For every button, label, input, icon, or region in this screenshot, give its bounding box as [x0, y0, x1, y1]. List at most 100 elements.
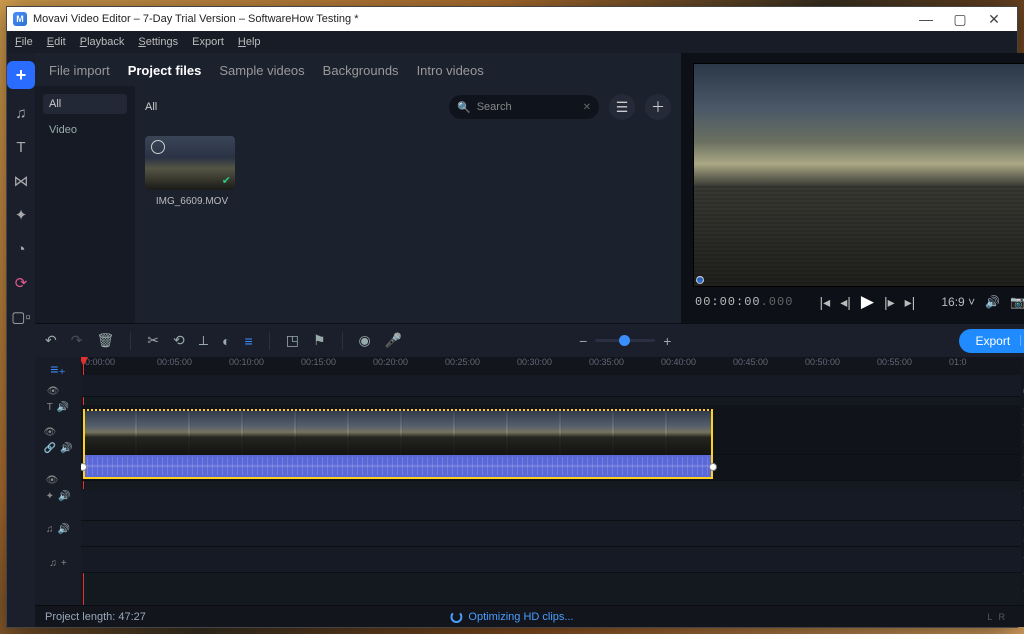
color-icon[interactable]: ◐: [222, 333, 230, 349]
timeline-zoom[interactable]: − +: [579, 333, 671, 349]
sort-button[interactable]: ☰: [609, 94, 635, 120]
marker-icon[interactable]: ⚑: [313, 332, 326, 349]
clip-preview-icon: [145, 136, 235, 190]
menu-export[interactable]: Export: [192, 36, 224, 48]
clip-properties-icon[interactable]: ≡: [245, 333, 253, 349]
export-button[interactable]: Export˅: [959, 329, 1024, 353]
audio2-icon[interactable]: ♫: [49, 558, 57, 572]
preview-timecode: 00:00:00.000: [695, 295, 793, 309]
stopwatch-icon[interactable]: ◔: [16, 239, 25, 259]
track2-mute-icon[interactable]: 🔊: [58, 491, 70, 505]
audio-icon[interactable]: ♫: [15, 103, 26, 123]
menu-edit[interactable]: Edit: [47, 36, 66, 48]
undo-icon[interactable]: ↶: [45, 332, 57, 349]
window-controls: — ▢ ✕: [909, 7, 1011, 31]
maximize-button[interactable]: ▢: [943, 7, 977, 31]
optimizing-status: Optimizing HD clips...: [450, 611, 573, 623]
minimize-button[interactable]: —: [909, 7, 943, 31]
split-icon[interactable]: ✂: [147, 332, 159, 349]
transitions-icon[interactable]: ⋈: [14, 171, 29, 191]
ruler-tick: 00:20:00: [373, 357, 445, 375]
track2-fx-icon[interactable]: ✦: [46, 491, 54, 505]
export-dropdown-icon[interactable]: ˅: [1020, 335, 1024, 346]
preview-handle-icon[interactable]: [696, 276, 704, 284]
video-track-mute-icon[interactable]: 🔊: [60, 443, 72, 457]
thumbnail-grid: IMG_6609.MOV: [135, 128, 681, 215]
menu-file[interactable]: File: [15, 36, 33, 48]
zoom-slider[interactable]: [595, 339, 655, 342]
add-media-button[interactable]: +: [7, 61, 35, 89]
titles-icon[interactable]: T: [16, 137, 25, 157]
add-files-button[interactable]: ＋: [645, 94, 671, 120]
timeline-body[interactable]: 0:00:0000:05:0000:10:0000:15:0000:20:000…: [81, 357, 1021, 605]
folder-all[interactable]: All: [43, 94, 127, 114]
media-browser: File import Project files Sample videos …: [35, 53, 681, 323]
track-visibility-icon[interactable]: 👁: [47, 386, 60, 400]
step-back-icon[interactable]: ◂|: [840, 294, 851, 311]
title-track[interactable]: [81, 375, 1021, 397]
titlebar[interactable]: M Movavi Video Editor – 7-Day Trial Vers…: [7, 7, 1017, 31]
more-tools-icon[interactable]: ⟳: [15, 273, 28, 293]
add-track-icon[interactable]: ≡₊: [50, 361, 66, 378]
overlay-track[interactable]: [81, 489, 1021, 521]
ruler-tick: 00:05:00: [157, 357, 229, 375]
ruler-tick: 00:40:00: [661, 357, 733, 375]
search-clear-icon[interactable]: ✕: [583, 102, 591, 113]
record-audio-icon[interactable]: 🎤: [385, 332, 402, 349]
tab-intro-videos[interactable]: Intro videos: [417, 63, 484, 78]
play-button[interactable]: ▶: [861, 292, 874, 312]
menu-settings[interactable]: Settings: [138, 36, 178, 48]
search-input[interactable]: 🔍 Search ✕: [449, 95, 599, 119]
timeline-ruler[interactable]: 0:00:0000:05:0000:10:0000:15:0000:20:000…: [81, 357, 1021, 375]
snapshot-icon[interactable]: 📷: [1010, 295, 1024, 309]
video-track[interactable]: [81, 405, 1021, 455]
record-video-icon[interactable]: ◉: [359, 332, 371, 349]
video-clip[interactable]: [83, 409, 713, 457]
menu-help[interactable]: Help: [238, 36, 261, 48]
search-icon: 🔍: [457, 101, 471, 114]
tab-backgrounds[interactable]: Backgrounds: [323, 63, 399, 78]
audio1-icon[interactable]: ♫: [46, 524, 54, 538]
rotate-icon[interactable]: ⟲: [173, 332, 185, 349]
linked-audio-track[interactable]: [81, 455, 1021, 481]
track-lock-icon[interactable]: T: [47, 402, 53, 416]
folder-video[interactable]: Video: [43, 120, 127, 140]
tab-sample-videos[interactable]: Sample videos: [219, 63, 304, 78]
effects-icon[interactable]: ✦: [15, 205, 28, 225]
clip-thumbnail[interactable]: IMG_6609.MOV: [145, 136, 239, 207]
audio2-add-icon[interactable]: +: [61, 558, 67, 572]
overlay-icon[interactable]: ◳: [286, 332, 299, 349]
zoom-in-icon[interactable]: +: [663, 333, 671, 349]
menu-playback[interactable]: Playback: [80, 36, 125, 48]
track2-vis-icon[interactable]: 👁: [46, 475, 59, 489]
zoom-out-icon[interactable]: −: [579, 333, 587, 349]
center-area: File import Project files Sample videos …: [35, 53, 1024, 627]
track-mute-icon[interactable]: 🔊: [57, 402, 69, 416]
clip-handle-right[interactable]: [709, 463, 717, 471]
files-filter-all[interactable]: All: [145, 101, 157, 113]
aspect-ratio-label[interactable]: 16:9 ˅: [941, 295, 975, 309]
crop-icon[interactable]: ⟂: [199, 332, 208, 349]
redo-icon[interactable]: ↷: [71, 332, 83, 349]
audio-clip[interactable]: [83, 455, 713, 479]
audio-track-1[interactable]: [81, 521, 1021, 547]
skip-end-icon[interactable]: ▸|: [905, 294, 916, 311]
tab-project-files[interactable]: Project files: [128, 63, 202, 78]
upper-panel: File import Project files Sample videos …: [35, 53, 1024, 323]
video-track-link-icon[interactable]: 🔗: [44, 443, 56, 457]
audio1-mute-icon[interactable]: 🔊: [58, 524, 70, 538]
ruler-tick: 00:45:00: [733, 357, 805, 375]
step-forward-icon[interactable]: |▸: [884, 294, 895, 311]
preview-video[interactable]: [693, 63, 1024, 287]
video-track-vis-icon[interactable]: 👁: [44, 427, 57, 441]
skip-start-icon[interactable]: |◂: [820, 294, 831, 311]
track-headers: ≡₊ 👁 T 🔊 👁 🔗 🔊 👁 ✦ 🔊 ♫ 🔊: [35, 357, 81, 605]
delete-icon[interactable]: 🗑: [96, 332, 114, 349]
elements-icon[interactable]: ▢▫: [11, 307, 31, 327]
window-title: Movavi Video Editor – 7-Day Trial Versio…: [33, 13, 358, 25]
close-button[interactable]: ✕: [977, 7, 1011, 31]
timeline-toolbar: ↶ ↷ 🗑 ✂ ⟲ ⟂ ◐ ≡ ◳ ⚑ ◉ 🎤 − +: [35, 323, 1024, 357]
volume-icon[interactable]: 🔊: [985, 295, 1000, 309]
audio-track-2[interactable]: [81, 547, 1021, 573]
tab-file-import[interactable]: File import: [49, 63, 110, 78]
